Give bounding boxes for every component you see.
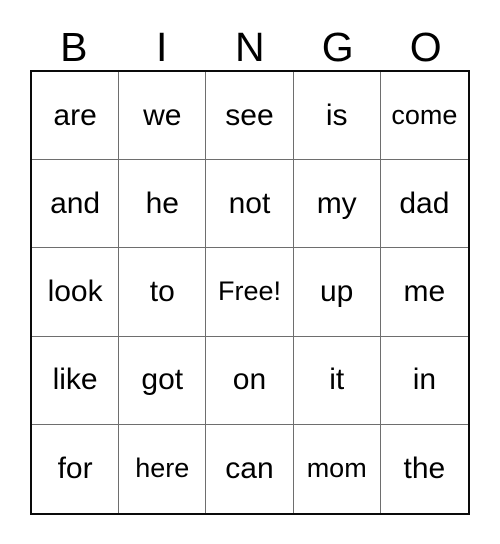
bingo-cell-label: can	[225, 451, 274, 485]
bingo-cell[interactable]: mom	[293, 424, 381, 513]
bingo-cell-label: is	[325, 98, 348, 132]
bingo-cell-label: the	[403, 451, 446, 485]
bingo-cell-label: in	[412, 363, 437, 397]
bingo-grid: are we see is come and he not my dad loo…	[30, 70, 470, 515]
bingo-cell[interactable]: in	[380, 336, 468, 425]
bingo-header-letter-o: O	[409, 24, 443, 70]
bingo-free-cell[interactable]: Free!	[206, 248, 294, 337]
bingo-cell-label: on	[232, 363, 267, 397]
bingo-cell-label: me	[403, 274, 446, 308]
bingo-cell-label: we	[143, 98, 182, 132]
bingo-cell[interactable]: not	[206, 160, 294, 249]
bingo-cell-label: to	[149, 274, 175, 308]
bingo-cell[interactable]: it	[293, 336, 381, 425]
bingo-cell[interactable]: here	[119, 424, 207, 513]
bingo-cell[interactable]: come	[380, 72, 468, 161]
bingo-cell-label: look	[47, 274, 103, 308]
bingo-cell[interactable]: on	[206, 336, 294, 425]
bingo-cell[interactable]: the	[380, 424, 468, 513]
bingo-header-letter-b: B	[60, 24, 88, 70]
bingo-cell-label: are	[53, 98, 97, 132]
bingo-header-letter-i: I	[156, 24, 168, 70]
bingo-cell-label: dad	[399, 186, 450, 220]
bingo-cell[interactable]: for	[32, 424, 120, 513]
bingo-cell-label: it	[329, 363, 345, 397]
bingo-cell[interactable]: dad	[380, 160, 468, 249]
bingo-cell[interactable]: we	[119, 72, 207, 161]
bingo-cell[interactable]: got	[119, 336, 207, 425]
bingo-cell-label: mom	[306, 453, 367, 484]
bingo-cell-label: here	[135, 453, 190, 484]
bingo-cell[interactable]: can	[206, 424, 294, 513]
bingo-cell-label: come	[391, 100, 458, 131]
bingo-cell[interactable]: like	[32, 336, 120, 425]
bingo-cell[interactable]: look	[32, 248, 120, 337]
bingo-header-row: B I N G O	[30, 14, 470, 70]
bingo-cell[interactable]: and	[32, 160, 120, 249]
bingo-cell[interactable]: see	[206, 72, 294, 161]
bingo-cell[interactable]: up	[293, 248, 381, 337]
bingo-card: B I N G O are we see is come and he not …	[0, 0, 500, 544]
bingo-cell-label: see	[225, 98, 274, 132]
bingo-cell-label: not	[228, 186, 271, 220]
bingo-cell[interactable]: he	[119, 160, 207, 249]
bingo-cell[interactable]: is	[293, 72, 381, 161]
bingo-cell-label: up	[320, 274, 354, 308]
bingo-cell-label: and	[50, 186, 101, 220]
bingo-cell-label: my	[316, 186, 357, 220]
bingo-cell-label: got	[141, 363, 184, 397]
bingo-cell[interactable]: me	[380, 248, 468, 337]
bingo-cell[interactable]: my	[293, 160, 381, 249]
bingo-cell-label: for	[57, 451, 93, 485]
bingo-cell[interactable]: to	[119, 248, 207, 337]
bingo-cell[interactable]: are	[32, 72, 120, 161]
bingo-header-letter-g: G	[321, 24, 355, 70]
bingo-cell-label: he	[145, 186, 179, 220]
bingo-cell-label: like	[52, 363, 98, 397]
bingo-header-letter-n: N	[234, 24, 266, 70]
bingo-free-label: Free!	[217, 276, 281, 307]
